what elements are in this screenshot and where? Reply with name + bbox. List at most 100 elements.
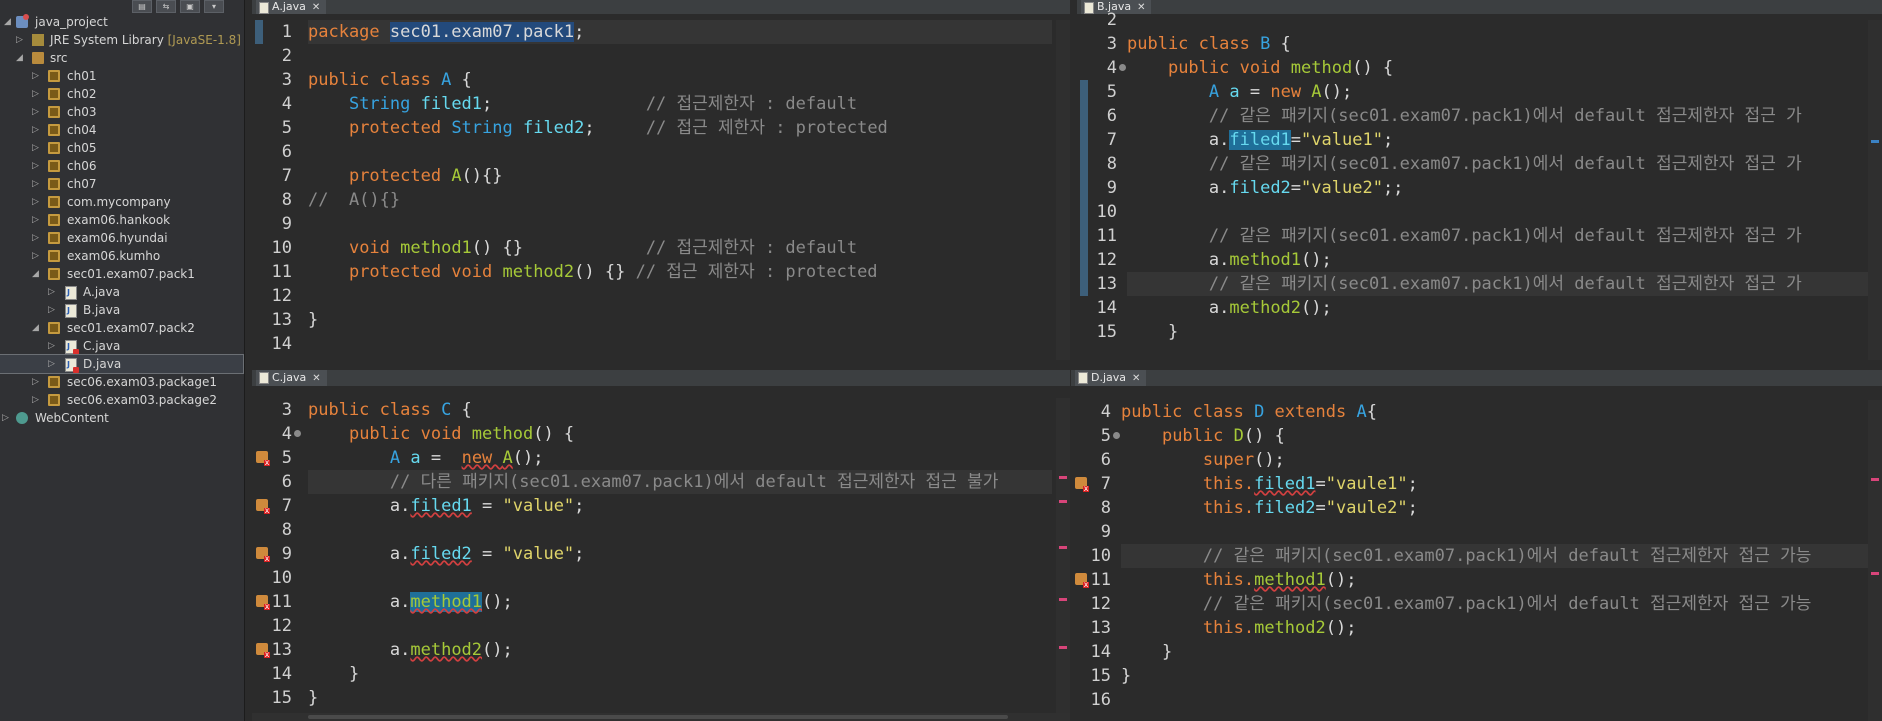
editor-b-java[interactable]: B.java ✕ 2 3 4 5 6 7 8 9 10 11 12 13 14 1… (1077, 0, 1882, 360)
editor-c-java[interactable]: C.java ✕ 3 4 5 6 7 8 9 10 11 12 13 14 15 … (252, 370, 1070, 721)
tree-package[interactable]: ▷ exam06.hyundai (0, 229, 243, 247)
line-number: 4 (281, 94, 292, 114)
tree-package[interactable]: ▷ sec06.exam03.package1 (0, 373, 243, 391)
horizontal-scrollbar[interactable] (252, 713, 1070, 721)
expand-arrow-icon[interactable]: ◢ (4, 13, 11, 31)
overview-marker[interactable] (1871, 140, 1879, 143)
expand-arrow-icon[interactable]: ◢ (16, 49, 23, 67)
collapse-arrow-icon[interactable]: ▷ (32, 67, 39, 85)
collapse-arrow-icon[interactable]: ▷ (32, 157, 39, 175)
tree-file[interactable]: ▷ B.java (0, 301, 243, 320)
collapse-arrow-icon[interactable]: ▷ (32, 193, 39, 211)
collapse-arrow-icon[interactable]: ▷ (48, 355, 55, 373)
collapse-arrow-icon[interactable]: ▷ (32, 175, 39, 193)
collapse-arrow-icon[interactable]: ▷ (32, 391, 39, 409)
tree-package[interactable]: ▷ ch01 (0, 67, 243, 85)
expand-arrow-icon[interactable]: ◢ (32, 265, 39, 283)
tab-c-java[interactable]: C.java ✕ (256, 370, 327, 386)
error-marker-icon[interactable] (1075, 477, 1089, 492)
tab-a-java[interactable]: A.java ✕ (256, 0, 327, 14)
tab-d-java[interactable]: D.java ✕ (1075, 370, 1147, 386)
view-menu-icon[interactable]: ▾ (204, 0, 224, 13)
overview-marker[interactable] (1059, 598, 1067, 601)
overview-marker[interactable] (1059, 646, 1067, 649)
tree-package[interactable]: ▷ com.mycompany (0, 193, 243, 211)
collapse-arrow-icon[interactable]: ▷ (32, 247, 39, 265)
overview-marker[interactable] (1059, 500, 1067, 503)
editor-a-java[interactable]: A.java ✕ 1 2 3 4 5 6 7 8 9 10 11 12 13 14… (252, 0, 1070, 360)
collapse-arrow-icon[interactable]: ▷ (32, 103, 39, 121)
collapse-arrow-icon[interactable]: ▷ (32, 211, 39, 229)
error-marker-icon[interactable] (256, 499, 270, 514)
tree-webcontent[interactable]: ▷ WebContent (0, 409, 243, 427)
collapse-all-icon[interactable]: ▤ (132, 0, 152, 13)
collapse-arrow-icon[interactable]: ▷ (32, 229, 39, 247)
tree-jre-library[interactable]: ▷ JRE System Library [JavaSE-1.8] (0, 31, 243, 49)
collapse-arrow-icon[interactable]: ▷ (32, 85, 39, 103)
code-line: } (308, 688, 319, 708)
collapse-arrow-icon[interactable]: ▷ (32, 121, 39, 139)
tree-label: ch03 (67, 105, 97, 119)
tree-package[interactable]: ▷ ch06 (0, 157, 243, 175)
code-line: void method1() {} // 접근제한자 : default (348, 238, 858, 258)
overview-marker[interactable] (1871, 572, 1879, 575)
vertical-scrollbar[interactable] (1868, 400, 1882, 721)
code-area[interactable]: 4 5 6 7 8 9 10 11 12 13 14 15 16 public … (1071, 400, 1882, 721)
editor-d-java[interactable]: D.java ✕ 4 5 6 7 8 9 10 11 12 13 14 15 16… (1071, 370, 1882, 721)
error-marker-icon[interactable] (256, 643, 270, 658)
fold-icon[interactable] (1113, 432, 1120, 439)
error-marker-icon[interactable] (256, 547, 270, 562)
close-icon[interactable]: ✕ (1137, 2, 1145, 13)
tree-package[interactable]: ▷ exam06.kumho (0, 247, 243, 265)
vertical-scrollbar[interactable] (1868, 20, 1882, 360)
tree-label: C.java (83, 339, 121, 353)
tree-package-pack2[interactable]: ◢ sec01.exam07.pack2 (0, 319, 243, 337)
tree-package[interactable]: ▷ exam06.hankook (0, 211, 243, 229)
code-area[interactable]: 1 2 3 4 5 6 7 8 9 10 11 12 13 14 package… (252, 20, 1070, 360)
overview-marker[interactable] (1059, 546, 1067, 549)
tree-package[interactable]: ▷ ch02 (0, 85, 243, 103)
vertical-scrollbar[interactable] (1056, 398, 1070, 721)
tree-package-pack1[interactable]: ◢ sec01.exam07.pack1 (0, 265, 243, 283)
overview-marker[interactable] (1059, 476, 1067, 479)
tree-src[interactable]: ◢ src (0, 49, 243, 67)
line-number: 9 (281, 214, 292, 234)
error-marker-icon[interactable] (256, 595, 270, 610)
tab-bar: C.java ✕ (252, 370, 1070, 386)
close-icon[interactable]: ✕ (312, 2, 320, 13)
collapse-arrow-icon[interactable]: ▷ (48, 301, 55, 319)
line-number: 2 (1106, 10, 1117, 30)
package-icon (48, 160, 60, 172)
collapse-arrow-icon[interactable]: ▷ (48, 283, 55, 301)
error-marker-icon[interactable] (256, 451, 270, 466)
close-icon[interactable]: ✕ (1132, 373, 1140, 384)
tree-package[interactable]: ▷ ch05 (0, 139, 243, 157)
expand-arrow-icon[interactable]: ◢ (32, 319, 39, 337)
focus-icon[interactable]: ▣ (180, 0, 200, 13)
vertical-scrollbar[interactable] (1056, 20, 1070, 360)
collapse-arrow-icon[interactable]: ▷ (32, 373, 39, 391)
overview-marker[interactable] (1871, 478, 1879, 481)
scroll-thumb[interactable] (308, 715, 1008, 719)
tree-file[interactable]: ▷ C.java (0, 337, 243, 356)
link-with-editor-icon[interactable]: ⇆ (156, 0, 176, 13)
code-area[interactable]: 2 3 4 5 6 7 8 9 10 11 12 13 14 15 public… (1077, 10, 1882, 360)
tree-package[interactable]: ▷ ch03 (0, 103, 243, 121)
tree-package[interactable]: ▷ ch07 (0, 175, 243, 193)
fold-icon[interactable] (1119, 64, 1126, 71)
tree-project[interactable]: ◢ java_project (0, 13, 243, 31)
tree-file-selected[interactable]: ▷ D.java (0, 354, 244, 374)
collapse-arrow-icon[interactable]: ▷ (48, 337, 55, 355)
collapse-arrow-icon[interactable]: ▷ (2, 409, 9, 427)
close-icon[interactable]: ✕ (312, 373, 320, 384)
error-marker-icon[interactable] (1075, 573, 1089, 588)
code-line: // 같은 패키지(sec01.exam07.pack1)에서 default … (1208, 226, 1802, 246)
code-area[interactable]: 3 4 5 6 7 8 9 10 11 12 13 14 15 public c… (252, 398, 1070, 721)
fold-icon[interactable] (294, 430, 301, 437)
tree-package[interactable]: ▷ ch04 (0, 121, 243, 139)
tree-file[interactable]: ▷ A.java (0, 283, 243, 302)
collapse-arrow-icon[interactable]: ▷ (16, 31, 23, 49)
line-number: 11 (1071, 568, 1125, 592)
collapse-arrow-icon[interactable]: ▷ (32, 139, 39, 157)
tree-package[interactable]: ▷ sec06.exam03.package2 (0, 391, 243, 409)
